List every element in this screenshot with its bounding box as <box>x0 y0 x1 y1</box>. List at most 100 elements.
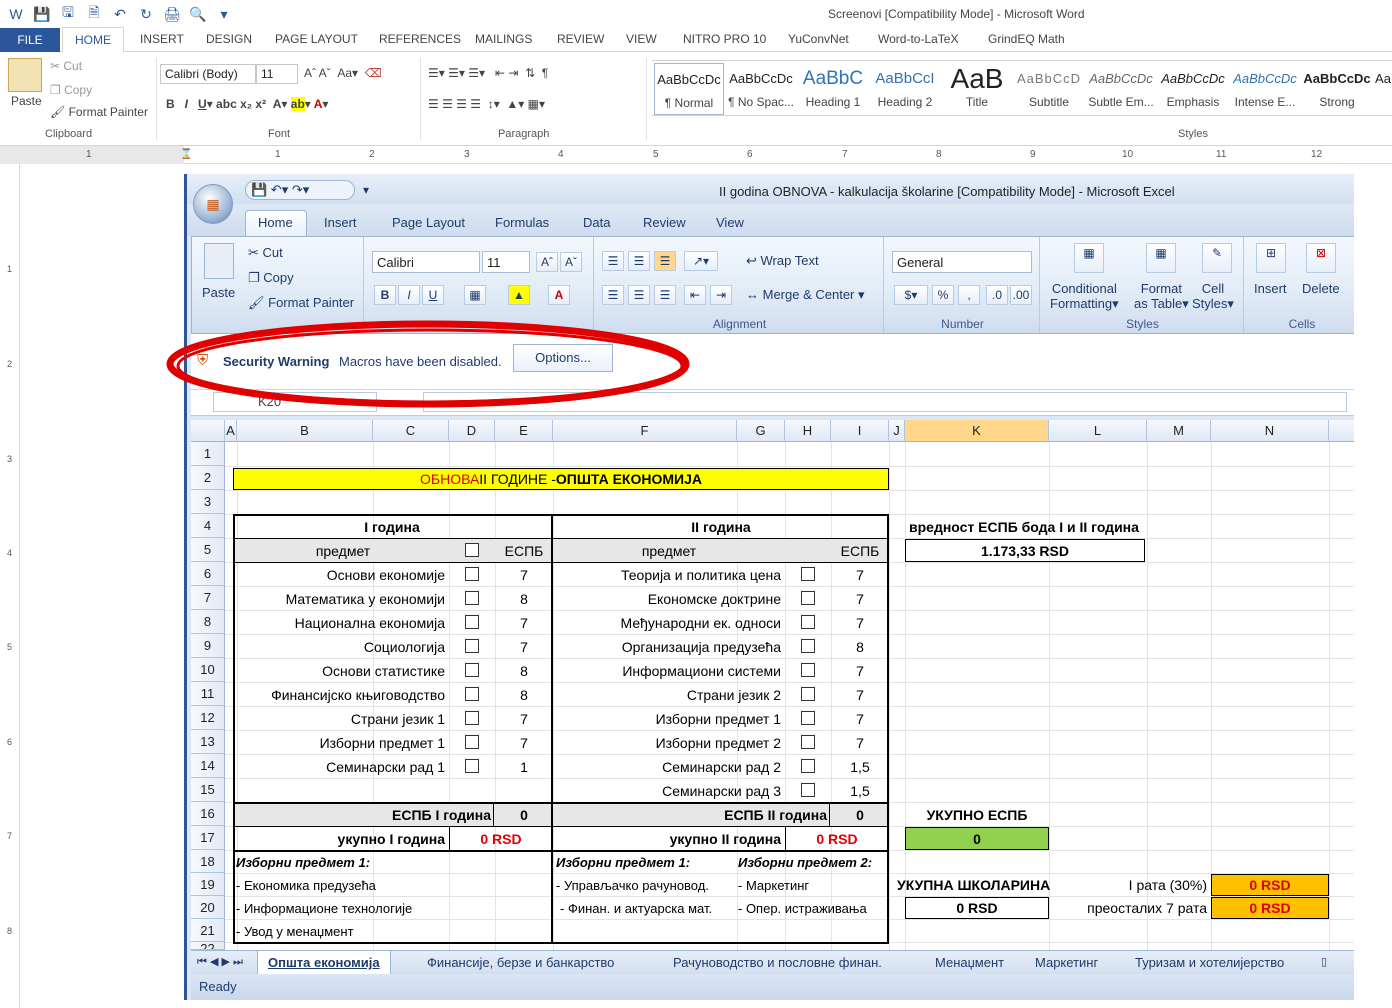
paste-button[interactable]: Paste <box>11 94 42 108</box>
grow-font-icon[interactable]: Aˆ <box>536 252 558 272</box>
currency-icon[interactable]: $▾ <box>894 285 928 305</box>
excel-copy-button[interactable]: ❐ Copy <box>248 270 294 286</box>
y2-subject[interactable]: Семинарски рад 2 <box>553 755 785 778</box>
y2-espb[interactable]: 7 <box>831 683 889 706</box>
elective-item[interactable]: - Маркетинг <box>735 874 889 896</box>
elective2-head[interactable]: Изборни предмет 2: <box>735 851 889 873</box>
year2-header[interactable]: II година <box>553 515 889 538</box>
y1-espb[interactable]: 7 <box>495 563 553 586</box>
sheet-title[interactable]: ОБНОВА II ГОДИНЕ - ОПШТА ЕКОНОМИЈА <box>233 468 889 490</box>
y1-espb[interactable]: 8 <box>495 587 553 610</box>
y2-subject[interactable]: Страни језик 2 <box>553 683 785 706</box>
espb-value[interactable]: 1.173,33 RSD <box>905 539 1145 562</box>
vertical-ruler[interactable]: 1 2 3 4 5 6 7 8 <box>0 164 20 1008</box>
column-header[interactable]: N <box>1211 420 1329 442</box>
excel-tab-page-layout[interactable]: Page Layout <box>392 215 465 230</box>
indent-marker-icon[interactable]: ⌛ <box>180 149 192 160</box>
sheet-nav-icons[interactable]: ⏮ ◀ ▶ ⏭ <box>197 955 243 969</box>
sheet-tab-active[interactable]: Општа економија <box>257 951 391 975</box>
undo-icon[interactable]: ↶ <box>110 4 130 24</box>
format-painter-button[interactable]: 🖌 Format Painter <box>50 105 148 119</box>
y2-subject[interactable]: Изборни предмет 2 <box>553 731 785 754</box>
elective-item[interactable]: - Финан. и актуарска мат. <box>557 897 737 919</box>
y2-subject[interactable]: Семинарски рад 3 <box>553 779 785 802</box>
row-header[interactable]: 10 <box>191 658 225 682</box>
number-format-box[interactable]: General <box>892 251 1032 273</box>
y1-espb[interactable]: 7 <box>495 635 553 658</box>
y1-espb[interactable]: 8 <box>495 659 553 682</box>
espb-y1-label[interactable]: ЕСПБ I година <box>237 803 495 826</box>
espb-header-y1[interactable]: ЕСПБ <box>495 539 553 562</box>
y2-espb[interactable]: 7 <box>831 731 889 754</box>
y1-subject-checkbox[interactable] <box>465 711 479 725</box>
align-right-icon[interactable]: ☰ <box>654 285 676 305</box>
y2-subject[interactable]: Организација предузећа <box>553 635 785 658</box>
sheet-tab[interactable]: Маркетинг <box>1035 955 1098 970</box>
row-header[interactable]: 8 <box>191 610 225 634</box>
print-preview-icon[interactable]: 🖨 <box>162 4 182 24</box>
row-header[interactable]: 16 <box>191 802 225 826</box>
style-title[interactable]: AaB Title <box>942 63 1012 115</box>
column-header[interactable]: E <box>495 420 553 442</box>
excel-tab-insert[interactable]: Insert <box>324 215 357 230</box>
format-as-table-button[interactable]: Format as Table▾ <box>1134 281 1189 311</box>
increase-decimal-icon[interactable]: .0 <box>986 285 1008 305</box>
tab-review[interactable]: REVIEW <box>557 32 604 46</box>
espb-y1-value[interactable]: 0 <box>495 803 553 826</box>
align-center-icon[interactable]: ☰ <box>628 285 650 305</box>
new-document-icon[interactable]: 🗎 <box>84 4 104 24</box>
style-strong[interactable]: AaBbCcDc Strong <box>1302 63 1372 115</box>
column-header[interactable]: B <box>237 420 373 442</box>
save-as-icon[interactable]: 🖫 <box>58 4 78 24</box>
total-y1-value[interactable]: 0 RSD <box>449 827 553 850</box>
cut-button[interactable]: ✂ Cut <box>50 59 82 73</box>
row-header[interactable]: 13 <box>191 730 225 754</box>
insert-cells-button[interactable]: Insert <box>1254 281 1287 296</box>
style-subtitle[interactable]: AaBbCcD Subtitle <box>1014 63 1084 115</box>
tab-file[interactable]: FILE <box>0 28 60 52</box>
excel-font-name-box[interactable]: Calibri <box>372 251 480 273</box>
conditional-formatting-icon[interactable]: ▦ <box>1074 243 1104 273</box>
row-header[interactable]: 18 <box>191 850 225 873</box>
paste-icon[interactable] <box>8 58 42 92</box>
y2-espb[interactable]: 7 <box>831 587 889 610</box>
y1-espb[interactable]: 1 <box>495 755 553 778</box>
y1-subject-checkbox[interactable] <box>465 663 479 677</box>
tab-home[interactable]: HOME <box>62 27 124 53</box>
y1-espb[interactable]: 7 <box>495 707 553 730</box>
y2-espb[interactable]: 8 <box>831 635 889 658</box>
excel-screenshot[interactable]: 💾 ↶▾ ↷▾ ▾ II godina OBNOVA - kalkulacija… <box>184 174 1354 1000</box>
y2-espb[interactable]: 7 <box>831 563 889 586</box>
excel-format-painter-button[interactable]: 🖌 Format Painter <box>248 295 354 311</box>
subject-header-y1[interactable]: предмет <box>237 539 449 562</box>
total-espb-label[interactable]: УКУПНО ЕСПБ <box>905 803 1049 826</box>
excel-customize-icon[interactable]: ▾ <box>363 183 369 197</box>
zoom-preview-icon[interactable]: 🔍 <box>188 4 208 24</box>
style-heading-1[interactable]: AaBbC Heading 1 <box>798 63 868 115</box>
style-intense-emphasis[interactable]: AaBbCcDc Intense E... <box>1230 63 1300 115</box>
comma-icon[interactable]: , <box>958 285 980 305</box>
y1-subject-checkbox[interactable] <box>465 567 479 581</box>
worksheet-grid[interactable]: A B C D E F G H I J K L M N 1 2 3 4 5 6 … <box>191 420 1354 950</box>
tab-view[interactable]: VIEW <box>626 32 657 46</box>
italic-icon[interactable]: I <box>398 285 420 305</box>
row-header[interactable]: 21 <box>191 919 225 942</box>
conditional-formatting-button[interactable]: Conditional Formatting▾ <box>1050 281 1119 311</box>
sheet-tab[interactable]: Туризам и хотелијерство <box>1135 955 1284 970</box>
y2-subject[interactable]: Међународни ек. односи <box>553 611 785 634</box>
y2-subject[interactable]: Информациони системи <box>553 659 785 682</box>
y2-espb[interactable]: 7 <box>831 659 889 682</box>
top-align-icon[interactable]: ☰ <box>602 251 624 271</box>
orientation-icon[interactable]: ↗▾ <box>684 251 718 271</box>
copy-button[interactable]: ❐ Copy <box>50 83 92 97</box>
y1-subject-checkbox[interactable] <box>465 615 479 629</box>
y2-subject-checkbox[interactable] <box>801 639 815 653</box>
rate1-label[interactable]: I рата (30%) <box>1091 874 1211 896</box>
elective1-head-y1[interactable]: Изборни предмет 1: <box>233 851 493 873</box>
column-header-selected[interactable]: K <box>905 420 1049 442</box>
y2-subject-checkbox[interactable] <box>801 687 815 701</box>
espb-value-label[interactable]: вредност ЕСПБ бода I и II година <box>909 515 1159 538</box>
espb-header-y2[interactable]: ЕСПБ <box>831 539 889 562</box>
elective1-head-y2[interactable]: Изборни предмет 1: <box>553 851 733 873</box>
merge-center-button[interactable]: ↔ Merge & Center ▾ <box>746 287 865 303</box>
